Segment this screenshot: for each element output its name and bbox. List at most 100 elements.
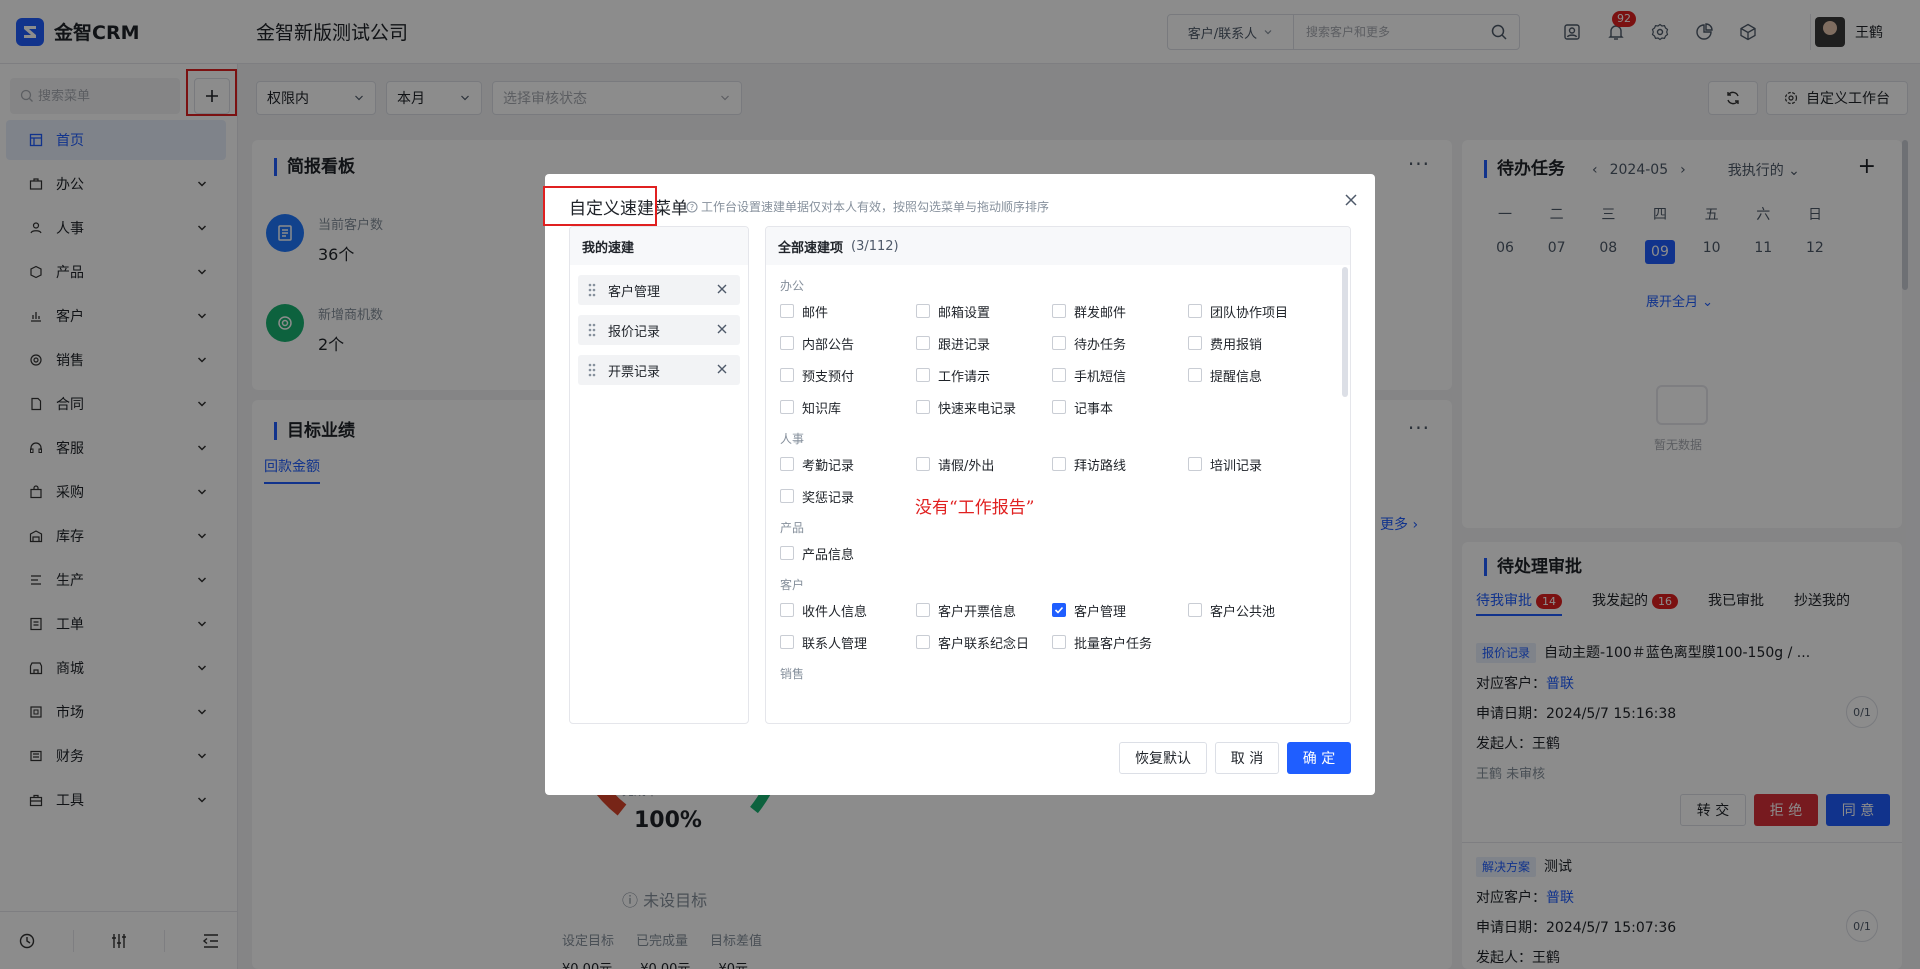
group-title: 人事: [780, 432, 805, 446]
checkbox-item[interactable]: 邮箱设置: [916, 300, 1052, 322]
checkbox[interactable]: [780, 368, 794, 382]
remove-icon[interactable]: [716, 283, 728, 295]
remove-icon[interactable]: [716, 323, 728, 335]
checkbox-item[interactable]: 手机短信: [1052, 364, 1188, 386]
drag-handle-icon[interactable]: [588, 363, 596, 377]
close-icon[interactable]: [1343, 192, 1359, 208]
checkbox[interactable]: [916, 336, 930, 350]
favorite-item[interactable]: 开票记录: [578, 355, 740, 385]
panel-scrollbar[interactable]: [1342, 267, 1348, 397]
checkbox[interactable]: [916, 457, 930, 471]
group-title: 客户: [780, 578, 805, 592]
checkbox[interactable]: [1188, 304, 1202, 318]
all-quick-create-panel: 全部速建项 (3/112) 办公 邮件 邮箱设置 群发邮件 团队协作项目 内部公…: [765, 226, 1351, 724]
favorite-label: 报价记录: [608, 324, 661, 340]
checkbox-label: 工作请示: [938, 369, 991, 385]
checkbox-item[interactable]: 考勤记录: [780, 453, 916, 475]
checkbox-item[interactable]: 快速来电记录: [916, 396, 1052, 418]
checkbox-item[interactable]: 请假/外出: [916, 453, 1052, 475]
highlight-box: [543, 186, 657, 226]
checkbox[interactable]: [916, 304, 930, 318]
checkbox-item[interactable]: 群发邮件: [1052, 300, 1188, 322]
checkbox-item[interactable]: 客户管理: [1052, 599, 1188, 621]
checkbox-item[interactable]: 待办任务: [1052, 332, 1188, 354]
checkbox-item[interactable]: 批量客户任务: [1052, 631, 1188, 653]
cancel-button[interactable]: 取 消: [1215, 742, 1279, 774]
checkbox-item[interactable]: 联系人管理: [780, 631, 916, 653]
checkbox[interactable]: [916, 635, 930, 649]
dialog-hint: ? 工作台设置速建单据仅对本人有效，按照勾选菜单与拖动顺序排序: [686, 198, 1049, 215]
checkbox-item[interactable]: 拜访路线: [1052, 453, 1188, 475]
checkbox-label: 批量客户任务: [1074, 636, 1153, 652]
checkbox[interactable]: [780, 457, 794, 471]
checkbox-item[interactable]: 客户公共池: [1188, 599, 1324, 621]
checkbox-item[interactable]: 团队协作项目: [1188, 300, 1324, 322]
favorite-item[interactable]: 报价记录: [578, 315, 740, 345]
checkbox-label: 奖惩记录: [802, 490, 855, 506]
drag-handle-icon[interactable]: [588, 323, 596, 337]
checkbox-item[interactable]: 知识库: [780, 396, 916, 418]
checkbox[interactable]: [780, 603, 794, 617]
checkbox[interactable]: [780, 304, 794, 318]
checkbox-item[interactable]: 费用报销: [1188, 332, 1324, 354]
checkbox[interactable]: [1188, 368, 1202, 382]
checkbox-item[interactable]: 产品信息: [780, 542, 916, 564]
checkbox-label: 内部公告: [802, 337, 855, 353]
my-quick-create-panel: 我的速建 客户管理 报价记录 开票记录: [569, 226, 749, 724]
favorite-label: 开票记录: [608, 364, 661, 380]
checkbox[interactable]: [1052, 336, 1066, 350]
checkbox-item[interactable]: 邮件: [780, 300, 916, 322]
checkbox[interactable]: [780, 546, 794, 560]
checkbox[interactable]: [1052, 368, 1066, 382]
checkbox-label: 产品信息: [802, 547, 855, 563]
checkbox[interactable]: [1188, 457, 1202, 471]
checkbox[interactable]: [780, 400, 794, 414]
checkbox-item[interactable]: 预支预付: [780, 364, 916, 386]
checkbox-item[interactable]: 收件人信息: [780, 599, 916, 621]
checkbox[interactable]: [780, 336, 794, 350]
checkbox-label: 群发邮件: [1074, 305, 1127, 321]
favorite-item[interactable]: 客户管理: [578, 275, 740, 305]
checkbox-label: 客户管理: [1074, 604, 1127, 620]
checkbox-item[interactable]: 记事本: [1052, 396, 1188, 418]
checkbox-item[interactable]: 提醒信息: [1188, 364, 1324, 386]
group-title: 产品: [780, 521, 805, 535]
checkbox[interactable]: [916, 400, 930, 414]
confirm-button[interactable]: 确 定: [1287, 742, 1351, 774]
checkbox[interactable]: [1188, 336, 1202, 350]
checkbox[interactable]: [916, 603, 930, 617]
reset-default-button[interactable]: 恢复默认: [1119, 742, 1207, 774]
drag-handle-icon[interactable]: [588, 283, 596, 297]
my-quick-create-title: 我的速建: [570, 227, 748, 265]
favorite-label: 客户管理: [608, 284, 661, 300]
checkbox[interactable]: [1052, 304, 1066, 318]
checkbox-label: 知识库: [802, 401, 842, 417]
group-office: 邮件 邮箱设置 群发邮件 团队协作项目 内部公告 跟进记录 待办任务 费用报销 …: [766, 300, 1350, 418]
dialog-hint-text: 工作台设置速建单据仅对本人有效，按照勾选菜单与拖动顺序排序: [701, 200, 1050, 214]
all-quick-create-header: 全部速建项 (3/112): [766, 227, 1350, 265]
checkbox-item[interactable]: 培训记录: [1188, 453, 1324, 475]
selected-count: (3/112): [851, 238, 899, 254]
all-quick-create-title: 全部速建项: [778, 240, 844, 256]
checkbox-label: 培训记录: [1210, 458, 1263, 474]
remove-icon[interactable]: [716, 363, 728, 375]
checkbox-item[interactable]: 客户联系纪念日: [916, 631, 1052, 653]
checkbox-item[interactable]: 内部公告: [780, 332, 916, 354]
checkbox[interactable]: [1052, 635, 1066, 649]
checkbox[interactable]: [780, 489, 794, 503]
checkbox[interactable]: [1052, 457, 1066, 471]
group-title: 销售: [780, 667, 805, 681]
checkbox[interactable]: [1052, 400, 1066, 414]
question-icon: ?: [686, 201, 698, 213]
checkbox-item[interactable]: 奖惩记录: [780, 485, 916, 507]
checkbox[interactable]: [780, 635, 794, 649]
checkbox-label: 手机短信: [1074, 369, 1127, 385]
checkbox-checked[interactable]: [1052, 603, 1066, 617]
checkbox-item[interactable]: 客户开票信息: [916, 599, 1052, 621]
checkbox-label: 收件人信息: [802, 604, 868, 620]
checkbox-label: 联系人管理: [802, 636, 868, 652]
checkbox-item[interactable]: 跟进记录: [916, 332, 1052, 354]
checkbox[interactable]: [1188, 603, 1202, 617]
checkbox[interactable]: [916, 368, 930, 382]
checkbox-item[interactable]: 工作请示: [916, 364, 1052, 386]
